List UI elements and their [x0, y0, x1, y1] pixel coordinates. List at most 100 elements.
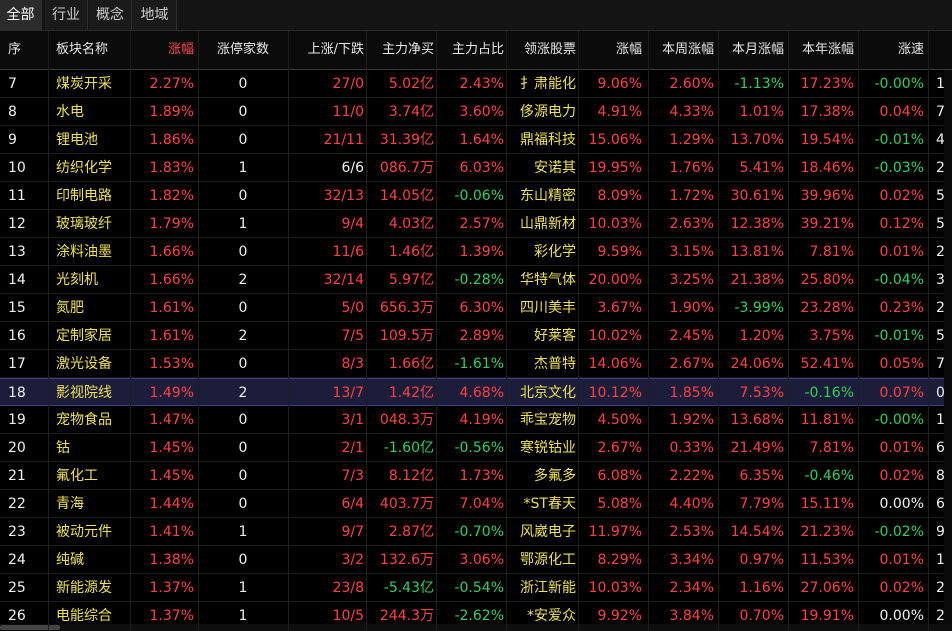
- cell-main-ratio: 4.19%: [459, 412, 504, 428]
- table-row[interactable]: 23 被动元件 1.41% 1 9/7 2.87亿 -0.70% 风崴电子 11.97% 2.53…: [0, 518, 952, 546]
- table-row[interactable]: 25 新能源发 1.37% 1 23/8 -5.43亿 -0.54% 浙江新能 10.03% 2.…: [0, 574, 952, 602]
- column-header-extra[interactable]: [936, 31, 952, 69]
- column-header-change-pct[interactable]: 涨幅: [132, 31, 194, 69]
- tab-1[interactable]: 行业: [45, 0, 88, 30]
- horizontal-scrollbar[interactable]: [0, 624, 952, 631]
- cell-leading-stock[interactable]: 寒锐钴业: [512, 434, 576, 461]
- column-divider: [198, 31, 199, 631]
- column-header-limit-up-count[interactable]: 涨停家数: [200, 31, 286, 69]
- cell-index: 23: [8, 524, 26, 540]
- cell-leading-stock[interactable]: 多氟多: [512, 462, 576, 489]
- cell-sector-name[interactable]: 青海: [56, 490, 132, 517]
- table-row[interactable]: 20 钴 1.45% 0 2/1 -1.60亿 -0.56% 寒锐钴业 2.67% 0.33% 21…: [0, 434, 952, 462]
- cell-leading-stock[interactable]: 杰普特: [512, 350, 576, 377]
- cell-sector-name[interactable]: 煤炭开采: [56, 70, 132, 97]
- tab-2[interactable]: 概念: [89, 0, 132, 30]
- table-row[interactable]: 14 光刻机 1.66% 2 32/14 5.97亿 -0.28% 华特气体 20.00% 3.2…: [0, 266, 952, 294]
- column-header-speed[interactable]: 涨速: [858, 31, 924, 69]
- cell-up-down-count: 9/7: [341, 524, 364, 540]
- table-row[interactable]: 18 影视院线 1.49% 2 13/7 1.42亿 4.68% 北京文化 10.12% 1.85…: [0, 378, 952, 406]
- cell-leading-change: 2.67%: [597, 440, 642, 456]
- cell-leading-stock[interactable]: 风崴电子: [512, 518, 576, 545]
- horizontal-scrollbar-thumb[interactable]: [0, 625, 60, 630]
- cell-sector-name[interactable]: 纺织化学: [56, 154, 132, 181]
- column-header-week-change[interactable]: 本周涨幅: [648, 31, 714, 69]
- cell-index: 19: [8, 412, 26, 428]
- cell-leading-stock[interactable]: 浙江新能: [512, 574, 576, 601]
- cell-sector-name[interactable]: 钴: [56, 434, 132, 461]
- column-header-leading-stock[interactable]: 领涨股票: [512, 31, 576, 69]
- table-row[interactable]: 22 青海 1.44% 0 6/4 403.7万 7.04% *ST春天 5.08% 4.40% 7…: [0, 490, 952, 518]
- column-divider: [506, 31, 507, 631]
- cell-leading-stock[interactable]: *ST春天: [512, 490, 576, 517]
- cell-change-pct: 1.83%: [149, 160, 194, 176]
- column-header-index[interactable]: 序: [8, 31, 44, 69]
- cell-leading-stock[interactable]: 侈源电力: [512, 98, 576, 125]
- cell-leading-stock[interactable]: 安诺其: [512, 154, 576, 181]
- cell-sector-name[interactable]: 被动元件: [56, 518, 132, 545]
- column-header-sector-name[interactable]: 板块名称: [56, 31, 132, 69]
- cell-index: 22: [8, 496, 26, 512]
- tab-0[interactable]: 全部: [0, 0, 42, 30]
- table-row[interactable]: 10 纺织化学 1.83% 1 6/6 086.7万 6.03% 安诺其 19.95% 1.76%…: [0, 154, 952, 182]
- cell-sector-name[interactable]: 氟化工: [56, 462, 132, 489]
- table-row[interactable]: 12 玻璃玻纤 1.79% 1 9/4 4.03亿 2.57% 山鼎新材 10.03% 2.63%…: [0, 210, 952, 238]
- cell-leading-stock[interactable]: 四川美丰: [512, 294, 576, 321]
- cell-sector-name[interactable]: 光刻机: [56, 266, 132, 293]
- cell-leading-stock[interactable]: 好莱客: [512, 322, 576, 349]
- vertical-scrollbar[interactable]: [944, 70, 952, 624]
- table-row[interactable]: 9 锂电池 1.86% 0 21/11 31.39亿 1.64% 鼎福科技 15.06% 1.29…: [0, 126, 952, 154]
- column-header-leading-change[interactable]: 涨幅: [580, 31, 642, 69]
- column-header-up-down-count[interactable]: 上涨/下跌: [288, 31, 364, 69]
- cell-sector-name[interactable]: 激光设备: [56, 350, 132, 377]
- cell-leading-change: 10.03%: [588, 216, 642, 232]
- table-row[interactable]: 19 宠物食品 1.47% 0 3/1 048.3万 4.19% 乖宝宠物 4.50% 1.92%…: [0, 406, 952, 434]
- cell-month-change: 7.53%: [739, 385, 784, 401]
- cell-sector-name[interactable]: 定制家居: [56, 322, 132, 349]
- table-row[interactable]: 21 氟化工 1.45% 0 7/3 8.12亿 1.73% 多氟多 6.08% 2.22% 6.3…: [0, 462, 952, 490]
- cell-leading-change: 8.09%: [597, 188, 642, 204]
- cell-year-change: 11.81%: [800, 412, 854, 428]
- table-row[interactable]: 7 煤炭开采 2.27% 0 27/0 5.02亿 2.43% 扌肃能化 9.06% 2.60% -…: [0, 70, 952, 98]
- column-header-main-ratio[interactable]: 主力占比: [436, 31, 504, 69]
- cell-sector-name[interactable]: 玻璃玻纤: [56, 210, 132, 237]
- cell-leading-stock[interactable]: 鼎福科技: [512, 126, 576, 153]
- column-header-main-net-buy[interactable]: 主力净买: [366, 31, 434, 69]
- table-row[interactable]: 17 激光设备 1.53% 0 8/3 1.66亿 -1.61% 杰普特 14.06% 2.67%…: [0, 350, 952, 378]
- table-row[interactable]: 16 定制家居 1.61% 2 7/5 109.5万 2.89% 好莱客 10.02% 2.45%…: [0, 322, 952, 350]
- table-row[interactable]: 8 水电 1.89% 0 11/0 3.74亿 3.60% 侈源电力 4.91% 4.33% 1.0…: [0, 98, 952, 126]
- column-header-month-change[interactable]: 本月涨幅: [718, 31, 784, 69]
- cell-leading-stock[interactable]: 扌肃能化: [512, 70, 576, 97]
- column-header-year-change[interactable]: 本年涨幅: [788, 31, 854, 69]
- cell-sector-name[interactable]: 水电: [56, 98, 132, 125]
- cell-sector-name[interactable]: 宠物食品: [56, 406, 132, 433]
- cell-sector-name[interactable]: 印制电路: [56, 182, 132, 209]
- cell-leading-stock[interactable]: 乖宝宠物: [512, 406, 576, 433]
- cell-sector-name[interactable]: 新能源发: [56, 574, 132, 601]
- cell-sector-name[interactable]: 影视院线: [56, 379, 132, 406]
- cell-week-change: 2.45%: [669, 328, 714, 344]
- cell-leading-stock[interactable]: 鄂源化工: [512, 546, 576, 573]
- cell-sector-name[interactable]: 氮肥: [56, 294, 132, 321]
- cell-leading-stock[interactable]: 东山精密: [512, 182, 576, 209]
- cell-leading-change: 3.67%: [597, 300, 642, 316]
- table-row[interactable]: 15 氮肥 1.61% 0 5/0 656.3万 6.30% 四川美丰 3.67% 1.90% -3…: [0, 294, 952, 322]
- cell-sector-name[interactable]: 纯碱: [56, 546, 132, 573]
- table-row[interactable]: 24 纯碱 1.38% 0 3/2 132.6万 3.06% 鄂源化工 8.29% 3.34% 0.…: [0, 546, 952, 574]
- table-row[interactable]: 11 印制电路 1.82% 0 32/13 14.05亿 -0.06% 东山精密 8.09% 1.…: [0, 182, 952, 210]
- cell-index: 20: [8, 440, 26, 456]
- cell-main-net-buy: 8.12亿: [388, 468, 434, 484]
- cell-leading-change: 8.29%: [597, 552, 642, 568]
- cell-month-change: -3.99%: [734, 300, 784, 316]
- cell-leading-stock[interactable]: 山鼎新材: [512, 210, 576, 237]
- cell-leading-change: 15.06%: [588, 132, 642, 148]
- cell-leading-stock[interactable]: 彩化学: [512, 238, 576, 265]
- table-row[interactable]: 13 涂料油墨 1.66% 0 11/6 1.46亿 1.39% 彩化学 9.59% 3.15% 1…: [0, 238, 952, 266]
- cell-sector-name[interactable]: 锂电池: [56, 126, 132, 153]
- cell-leading-stock[interactable]: 北京文化: [512, 379, 576, 406]
- cell-index: 10: [8, 160, 26, 176]
- cell-leading-stock[interactable]: 华特气体: [512, 266, 576, 293]
- cell-month-change: 30.61%: [730, 188, 784, 204]
- tab-3[interactable]: 地域: [133, 0, 177, 30]
- cell-sector-name[interactable]: 涂料油墨: [56, 238, 132, 265]
